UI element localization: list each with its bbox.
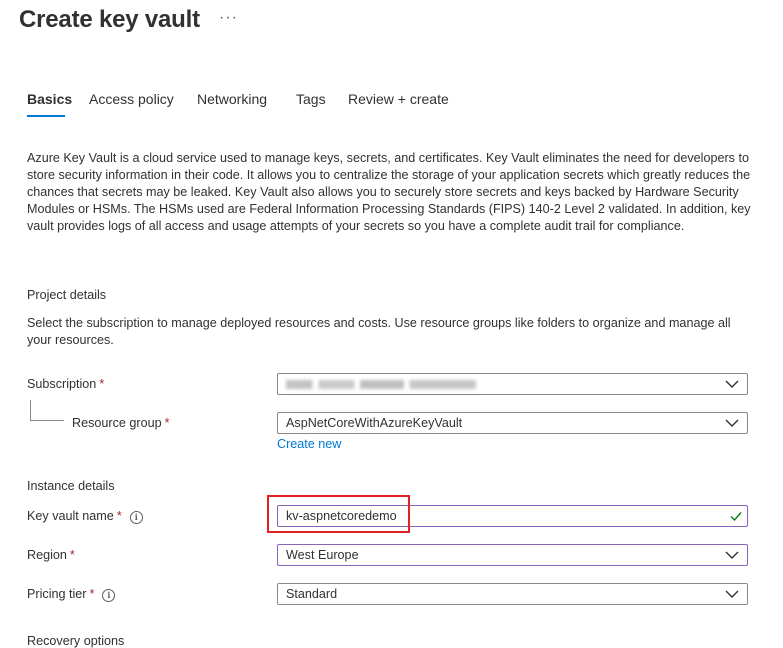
tree-connector bbox=[30, 400, 31, 420]
required-marker: * bbox=[69, 548, 75, 562]
required-marker: * bbox=[99, 377, 105, 391]
pricing-tier-label: Pricing tier * i bbox=[27, 587, 116, 602]
pricing-tier-value: Standard bbox=[286, 587, 338, 601]
page-title: Create key vault bbox=[19, 6, 200, 33]
info-icon[interactable]: i bbox=[102, 589, 116, 602]
intro-description: Azure Key Vault is a cloud service used … bbox=[27, 151, 751, 233]
create-new-resource-group-link[interactable]: Create new bbox=[277, 437, 341, 451]
tab-review-create[interactable]: Review + create bbox=[348, 91, 449, 107]
tab-networking[interactable]: Networking bbox=[197, 91, 267, 107]
chevron-down-icon bbox=[725, 380, 739, 388]
required-marker: * bbox=[89, 587, 95, 601]
annotation-highlight-box bbox=[267, 495, 410, 533]
project-details-description: Select the subscription to manage deploy… bbox=[27, 316, 731, 347]
chevron-down-icon bbox=[725, 551, 739, 559]
region-dropdown[interactable]: West Europe bbox=[277, 544, 748, 566]
recovery-options-heading: Recovery options bbox=[27, 634, 125, 648]
info-icon[interactable]: i bbox=[129, 511, 143, 524]
key-vault-name-label: Key vault name * i bbox=[27, 509, 143, 524]
redacted-subscription-value bbox=[286, 380, 476, 389]
resource-group-value: AspNetCoreWithAzureKeyVault bbox=[286, 416, 463, 430]
project-details-heading: Project details bbox=[27, 288, 107, 302]
more-options-button[interactable]: ··· bbox=[219, 9, 238, 27]
active-tab-indicator bbox=[27, 115, 65, 117]
tree-connector bbox=[30, 420, 64, 421]
resource-group-label: Resource group * bbox=[72, 416, 170, 430]
resource-group-dropdown[interactable]: AspNetCoreWithAzureKeyVault bbox=[277, 412, 748, 434]
pricing-tier-dropdown[interactable]: Standard bbox=[277, 583, 748, 605]
tab-basics[interactable]: Basics bbox=[27, 91, 72, 107]
tab-access-policy[interactable]: Access policy bbox=[89, 91, 174, 107]
subscription-label: Subscription * bbox=[27, 377, 105, 391]
tab-tags[interactable]: Tags bbox=[296, 91, 326, 107]
region-label: Region * bbox=[27, 548, 75, 562]
region-value: West Europe bbox=[286, 548, 359, 562]
chevron-down-icon bbox=[725, 590, 739, 598]
subscription-dropdown[interactable] bbox=[277, 373, 748, 395]
required-marker: * bbox=[164, 416, 170, 430]
instance-details-heading: Instance details bbox=[27, 479, 115, 493]
required-marker: * bbox=[116, 509, 122, 523]
chevron-down-icon bbox=[725, 419, 739, 427]
checkmark-icon bbox=[730, 512, 742, 522]
